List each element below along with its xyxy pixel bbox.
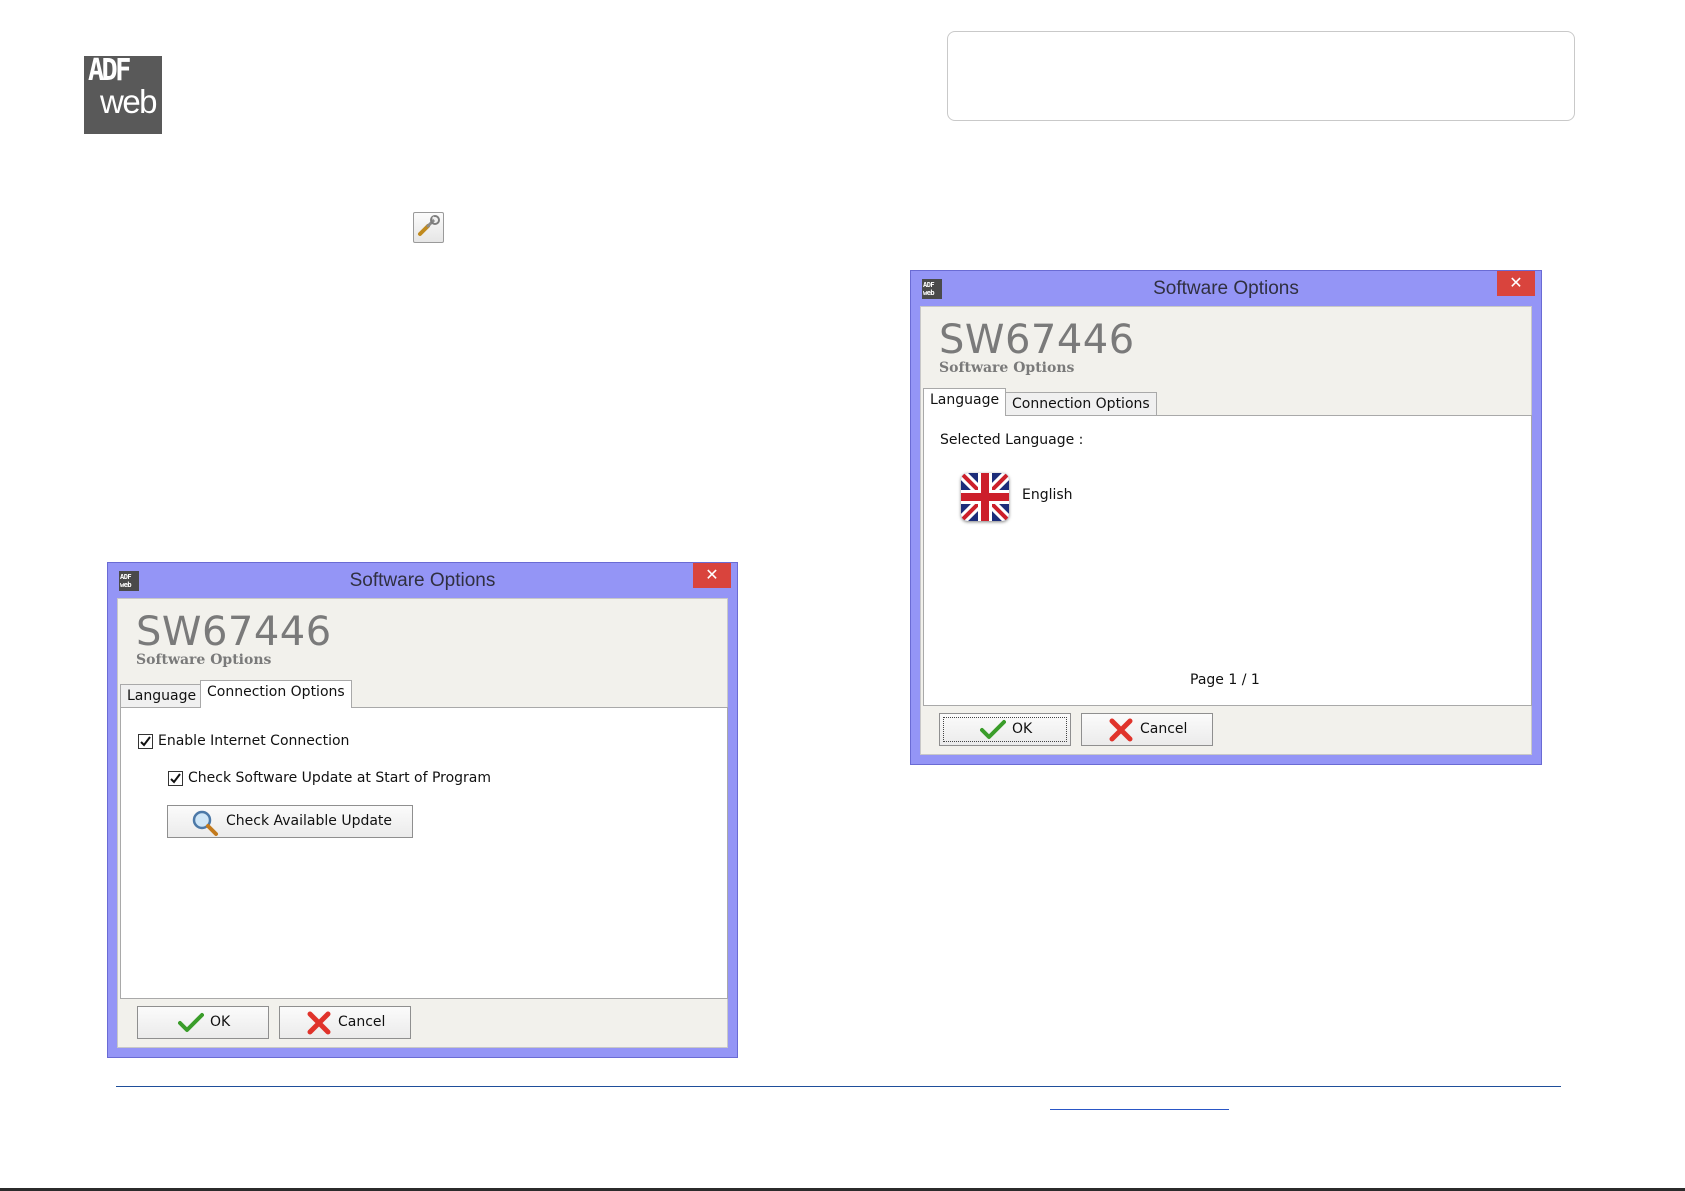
ok-label: OK: [210, 1014, 231, 1030]
software-options-connection-dialog: ADF web Software Options ✕ SW67446 Softw…: [107, 562, 738, 1058]
dialog-client-area: SW67446 Software Options Language Connec…: [117, 598, 728, 1048]
selected-language-label: Selected Language :: [940, 432, 1084, 448]
tab-language[interactable]: Language: [120, 684, 204, 708]
tab-connection-options[interactable]: Connection Options: [1005, 392, 1157, 416]
dialog-client-area: SW67446 Software Options Language Connec…: [920, 306, 1532, 755]
ok-label: OK: [1012, 721, 1033, 737]
software-options-language-dialog: ADF web Software Options ✕ SW67446 Softw…: [910, 270, 1542, 765]
enable-internet-label: Enable Internet Connection: [158, 733, 350, 749]
dialog-title: Software Options: [1153, 278, 1299, 299]
product-subtitle: Software Options: [136, 652, 272, 668]
header-box: [947, 31, 1575, 121]
cancel-label: Cancel: [338, 1014, 386, 1030]
tab-connection-options[interactable]: Connection Options: [200, 680, 352, 708]
close-icon[interactable]: ✕: [1497, 271, 1535, 296]
magnifier-icon: [190, 808, 220, 842]
check-update-label: Check Software Update at Start of Progra…: [188, 770, 492, 786]
dialog-title: Software Options: [349, 570, 496, 591]
page-indicator: Page 1 / 1: [1190, 672, 1260, 688]
check-available-update-label: Check Available Update: [226, 813, 393, 829]
uk-flag-icon[interactable]: [961, 473, 1009, 521]
check-update-checkbox[interactable]: [168, 771, 183, 786]
cancel-x-icon: [306, 1010, 332, 1040]
adf-web-logo: ADF web: [84, 56, 162, 134]
check-available-update-button[interactable]: Check Available Update: [167, 805, 413, 838]
footer-link-underline[interactable]: [1050, 1109, 1229, 1110]
logo-line-web: web: [100, 83, 158, 120]
ok-button[interactable]: OK: [137, 1006, 269, 1039]
enable-internet-checkbox[interactable]: [138, 734, 153, 749]
wrench-icon: [413, 212, 444, 243]
ok-check-icon: [980, 719, 1006, 745]
tab-language[interactable]: Language: [923, 388, 1007, 416]
cancel-button[interactable]: Cancel: [279, 1006, 411, 1039]
footer-rule: [116, 1086, 1561, 1087]
product-code: SW67446: [136, 609, 332, 655]
cancel-x-icon: [1108, 717, 1134, 747]
connection-options-panel: Enable Internet Connection Check Softwar…: [120, 707, 728, 999]
cancel-button[interactable]: Cancel: [1081, 713, 1213, 746]
product-code: SW67446: [939, 317, 1135, 363]
ok-check-icon: [178, 1012, 204, 1038]
dialog-titlebar: ADF web Software Options ✕: [911, 271, 1541, 306]
close-icon[interactable]: ✕: [693, 563, 731, 588]
cancel-label: Cancel: [1140, 721, 1188, 737]
language-name: English: [1022, 487, 1073, 503]
language-panel: Selected Language : English Page 1 / 1: [923, 415, 1532, 706]
product-subtitle: Software Options: [939, 360, 1075, 376]
ok-button[interactable]: OK: [939, 713, 1071, 746]
dialog-titlebar: ADF web Software Options ✕: [108, 563, 737, 598]
